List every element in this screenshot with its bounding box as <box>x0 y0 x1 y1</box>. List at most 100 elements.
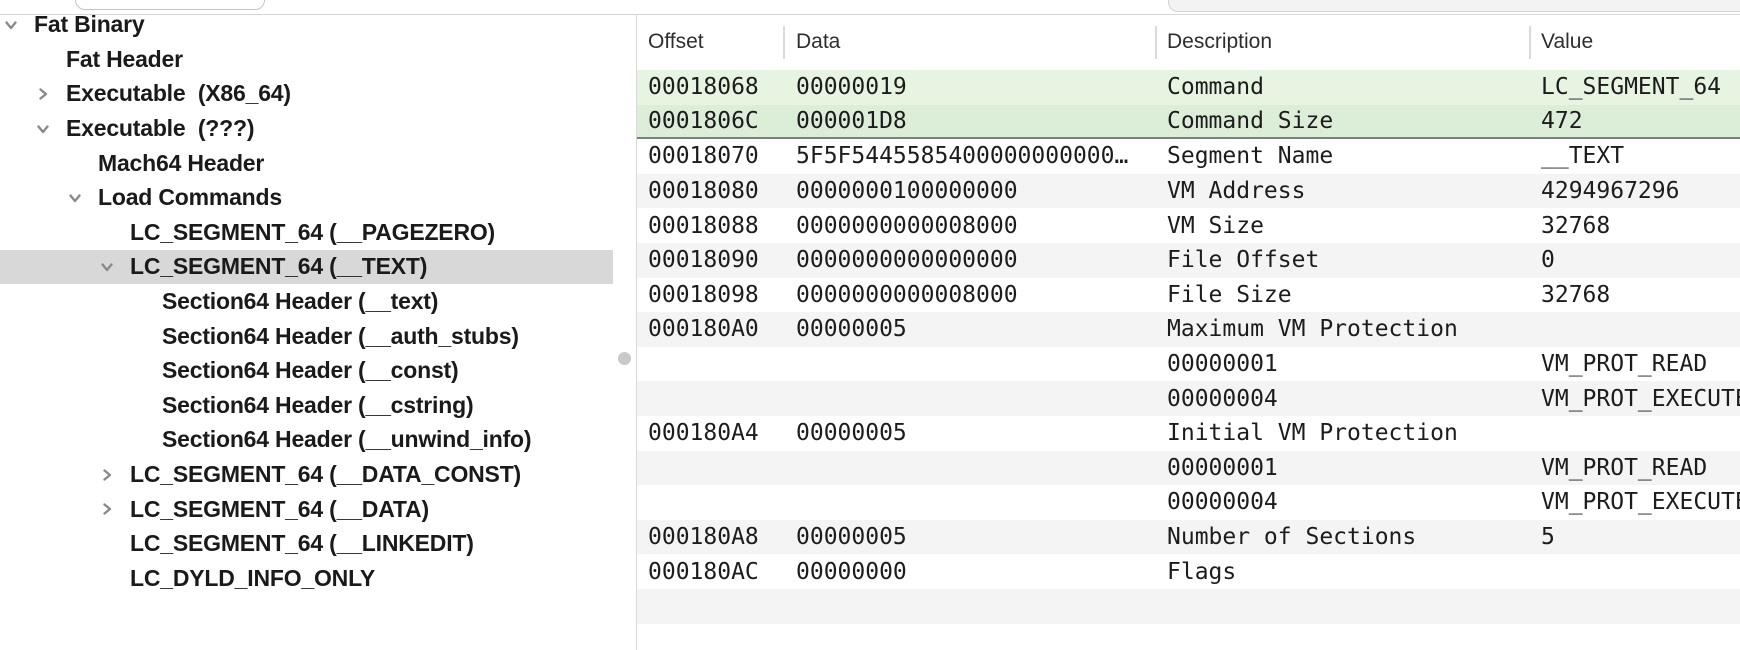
value-cell <box>1529 312 1740 347</box>
tree-item-lc-dyld-info-only[interactable]: LC_DYLD_INFO_ONLY <box>0 561 613 596</box>
description-cell: File Size <box>1155 278 1529 313</box>
tree-item-lc-segment-64-linkedit[interactable]: LC_SEGMENT_64 (__LINKEDIT) <box>0 526 613 561</box>
table-header-row: OffsetDataDescriptionValue <box>637 14 1740 70</box>
table-row-000180a0[interactable]: 000180A000000005Maximum VM Protection <box>637 312 1740 347</box>
toolbar-search-field-fragment[interactable] <box>1168 0 1740 12</box>
tree-item-lc-segment-64-data-const[interactable]: LC_SEGMENT_64 (__DATA_CONST) <box>0 457 613 492</box>
value-cell: VM_PROT_EXECUTE <box>1529 381 1740 416</box>
data-cell: 0000000000008000 <box>783 208 1155 243</box>
column-header-offset[interactable]: Offset <box>637 14 783 70</box>
tree-item-section64-header-auth-stubs[interactable]: Section64 Header (__auth_stubs) <box>0 319 613 354</box>
offset-cell: 000180A0 <box>637 312 783 347</box>
description-cell <box>1155 589 1529 624</box>
value-cell: 472 <box>1529 105 1740 138</box>
table-row-000180a4[interactable]: 000180A400000005Initial VM Protection <box>637 416 1740 451</box>
table-row-000180a8[interactable]: 000180A800000005Number of Sections5 <box>637 520 1740 555</box>
tree-item-section64-header-text[interactable]: Section64 Header (__text) <box>0 284 613 319</box>
column-header-data[interactable]: Data <box>783 14 1155 70</box>
tree-item-executable[interactable]: Executable (???) <box>0 111 613 146</box>
tree-item-fat-header[interactable]: Fat Header <box>0 42 613 77</box>
value-cell: 5 <box>1529 520 1740 555</box>
table-row-00018088[interactable]: 000180880000000000008000VM Size32768 <box>637 208 1740 243</box>
data-cell: 00000005 <box>783 312 1155 347</box>
table-row[interactable]: 00000001VM_PROT_READ <box>637 347 1740 382</box>
data-cell: 00000005 <box>783 416 1155 451</box>
tree-item-lc-segment-64-text[interactable]: LC_SEGMENT_64 (__TEXT) <box>0 250 613 285</box>
column-header-value[interactable]: Value <box>1529 14 1740 70</box>
offset-cell <box>637 451 783 486</box>
offset-cell <box>637 485 783 520</box>
description-cell: Maximum VM Protection <box>1155 312 1529 347</box>
value-cell: VM_PROT_READ <box>1529 451 1740 486</box>
toolbar-control-fragment[interactable] <box>75 0 265 10</box>
value-cell <box>1529 624 1740 650</box>
offset-cell: 00018070 <box>637 139 783 174</box>
table-row[interactable]: 00000004VM_PROT_EXECUTE <box>637 381 1740 416</box>
binary-structure-tree: Fat BinaryFat HeaderExecutable (X86_64)E… <box>0 0 613 650</box>
tree-item-section64-header-const[interactable]: Section64 Header (__const) <box>0 353 613 388</box>
tree-item-label: Load Commands <box>98 184 282 211</box>
offset-cell: 00018088 <box>637 208 783 243</box>
table-row-000180ac[interactable]: 000180AC00000000Flags <box>637 554 1740 589</box>
tree-item-label: LC_SEGMENT_64 (__DATA) <box>130 496 429 523</box>
tree-item-label: Fat Header <box>66 46 183 73</box>
table-row-00018090[interactable]: 000180900000000000000000File Offset0 <box>637 243 1740 278</box>
chevron-down-icon[interactable] <box>68 191 82 205</box>
tree-item-section64-header-unwind-info[interactable]: Section64 Header (__unwind_info) <box>0 423 613 458</box>
tree-item-label: Section64 Header (__cstring) <box>162 392 473 419</box>
chevron-right-icon[interactable] <box>100 468 114 482</box>
table-row[interactable]: 00000004VM_PROT_EXECUTE <box>637 485 1740 520</box>
tree-item-label: Executable (X86_64) <box>66 80 291 107</box>
table-row[interactable] <box>637 589 1740 624</box>
tree-item-label: Mach64 Header <box>98 150 264 177</box>
description-cell: Number of Sections <box>1155 520 1529 555</box>
chevron-down-icon[interactable] <box>4 18 18 32</box>
value-cell: VM_PROT_READ <box>1529 347 1740 382</box>
tree-item-label: Section64 Header (__const) <box>162 357 458 384</box>
tree-item-load-commands[interactable]: Load Commands <box>0 180 613 215</box>
table-row[interactable]: 00000001VM_PROT_READ <box>637 451 1740 486</box>
data-cell <box>783 624 1155 650</box>
data-cell: 5F5F5445585400000000000… <box>783 139 1155 174</box>
table-row-00018070[interactable]: 000180705F5F5445585400000000000…Segment … <box>637 139 1740 174</box>
offset-cell: 000180A8 <box>637 520 783 555</box>
tree-item-label: LC_SEGMENT_64 (__DATA_CONST) <box>130 461 521 488</box>
table-row-00018080[interactable]: 000180800000000100000000VM Address429496… <box>637 174 1740 209</box>
table-row-0001806c[interactable]: 0001806C000001D8Command Size472 <box>637 105 1740 140</box>
description-cell: Command <box>1155 70 1529 105</box>
offset-cell: 00018080 <box>637 174 783 209</box>
pane-splitter-handle[interactable] <box>618 352 631 365</box>
tree-item-lc-segment-64-pagezero[interactable]: LC_SEGMENT_64 (__PAGEZERO) <box>0 215 613 250</box>
tree-item-label: Section64 Header (__auth_stubs) <box>162 323 519 350</box>
tree-item-section64-header-cstring[interactable]: Section64 Header (__cstring) <box>0 388 613 423</box>
offset-cell <box>637 347 783 382</box>
value-cell: 32768 <box>1529 278 1740 313</box>
table-row-00018068[interactable]: 0001806800000019CommandLC_SEGMENT_64 <box>637 70 1740 105</box>
offset-cell: 00018090 <box>637 243 783 278</box>
table-row[interactable] <box>637 624 1740 650</box>
chevron-right-icon[interactable] <box>36 87 50 101</box>
toolbar-strip <box>0 0 1740 15</box>
offset-cell <box>637 381 783 416</box>
chevron-right-icon[interactable] <box>100 502 114 516</box>
tree-item-executable-x86-64[interactable]: Executable (X86_64) <box>0 77 613 112</box>
description-cell: VM Address <box>1155 174 1529 209</box>
data-cell: 000001D8 <box>783 105 1155 138</box>
data-cell: 00000005 <box>783 520 1155 555</box>
description-cell: 00000004 <box>1155 381 1529 416</box>
tree-item-label: LC_SEGMENT_64 (__PAGEZERO) <box>130 219 495 246</box>
data-cell: 0000000000008000 <box>783 278 1155 313</box>
description-cell: File Offset <box>1155 243 1529 278</box>
description-cell: Initial VM Protection <box>1155 416 1529 451</box>
load-command-table: OffsetDataDescriptionValue 0001806800000… <box>636 14 1740 650</box>
tree-item-label: LC_SEGMENT_64 (__LINKEDIT) <box>130 530 474 557</box>
data-cell <box>783 485 1155 520</box>
table-row-00018098[interactable]: 000180980000000000008000File Size32768 <box>637 278 1740 313</box>
chevron-down-icon[interactable] <box>36 122 50 136</box>
column-header-description[interactable]: Description <box>1155 14 1529 70</box>
chevron-down-icon[interactable] <box>100 260 114 274</box>
data-cell <box>783 381 1155 416</box>
tree-item-lc-segment-64-data[interactable]: LC_SEGMENT_64 (__DATA) <box>0 492 613 527</box>
value-cell: VM_PROT_EXECUTE <box>1529 485 1740 520</box>
tree-item-mach64-header[interactable]: Mach64 Header <box>0 146 613 181</box>
